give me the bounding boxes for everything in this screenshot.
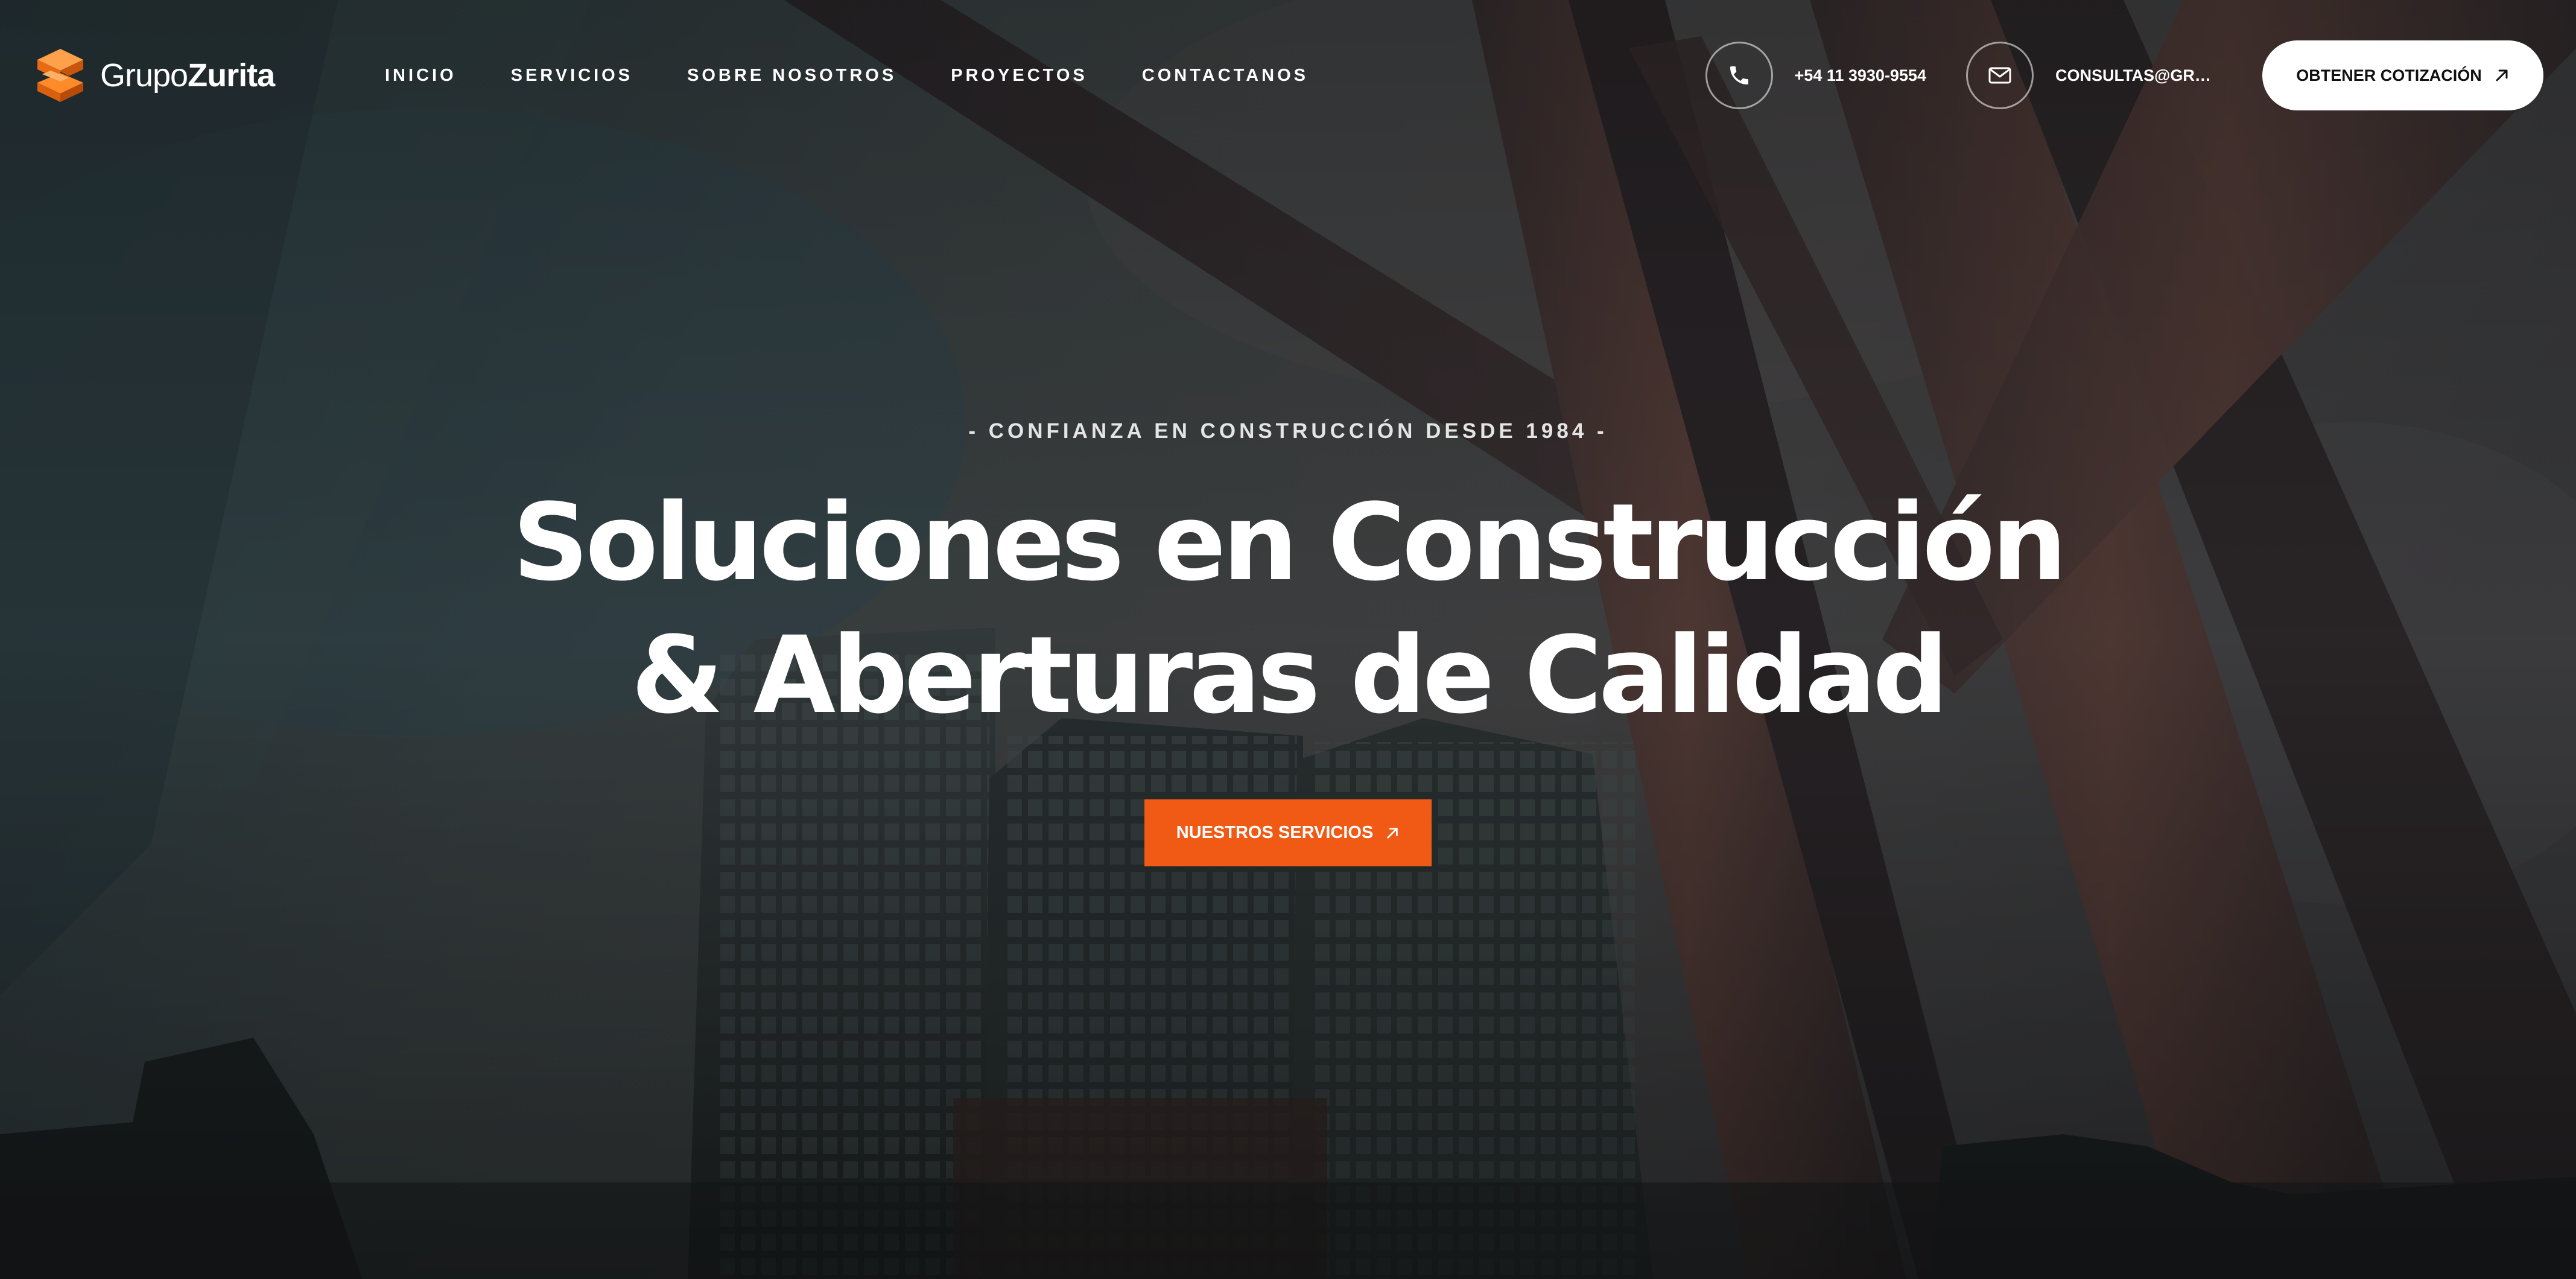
hero-headline-line-2: & Aberturas de Calidad [630, 614, 1949, 737]
nav-item-sobre-nosotros[interactable]: SOBRE NOSOTROS [687, 66, 896, 86]
our-services-button[interactable]: NUESTROS SERVICIOS [1144, 799, 1432, 866]
hero-headline-line-1: Soluciones en Construcción [512, 481, 2067, 605]
hero-section: GrupoZurita INICIO SERVICIOS SOBRE NOSOT… [0, 0, 2576, 1279]
email-link[interactable]: CONSULTAS@GRUP... [1966, 42, 2221, 109]
hero-cta-wrapper: NUESTROS SERVICIOS [0, 799, 2576, 866]
phone-link[interactable]: +54 11 3930-9554 [1705, 42, 1926, 109]
email-address: CONSULTAS@GRUP... [2055, 66, 2221, 84]
phone-number: +54 11 3930-9554 [1794, 66, 1926, 84]
site-header: GrupoZurita INICIO SERVICIOS SOBRE NOSOT… [0, 0, 2576, 151]
brand-name: GrupoZurita [100, 57, 275, 94]
arrow-up-right-icon [2496, 69, 2508, 81]
main-nav: INICIO SERVICIOS SOBRE NOSOTROS PROYECTO… [385, 66, 1309, 86]
nav-item-servicios[interactable]: SERVICIOS [511, 66, 633, 86]
arrow-up-right-icon [1387, 827, 1398, 839]
our-services-label: NUESTROS SERVICIOS [1176, 823, 1374, 842]
phone-icon [1705, 42, 1773, 109]
brand-logo[interactable]: GrupoZurita [33, 46, 346, 104]
nav-item-inicio[interactable]: INICIO [385, 66, 457, 86]
nav-item-proyectos[interactable]: PROYECTOS [951, 66, 1088, 86]
nav-item-contactanos[interactable]: CONTACTANOS [1142, 66, 1309, 86]
brand-name-light: Grupo [100, 57, 188, 94]
get-quote-label: OBTENER COTIZACIÓN [2296, 66, 2482, 84]
cube-stack-icon [37, 49, 83, 102]
mail-icon [1966, 42, 2034, 109]
hero-headline: Soluciones en Construcción & Aberturas d… [0, 477, 2576, 742]
get-quote-button[interactable]: OBTENER COTIZACIÓN [2262, 40, 2543, 110]
header-contact: +54 11 3930-9554 CONSULTAS@GRUP... [1705, 42, 2221, 109]
brand-name-bold: Zurita [188, 57, 275, 94]
hero-tagline: - CONFIANZA EN CONSTRUCCIÓN DESDE 1984 - [968, 419, 1608, 443]
